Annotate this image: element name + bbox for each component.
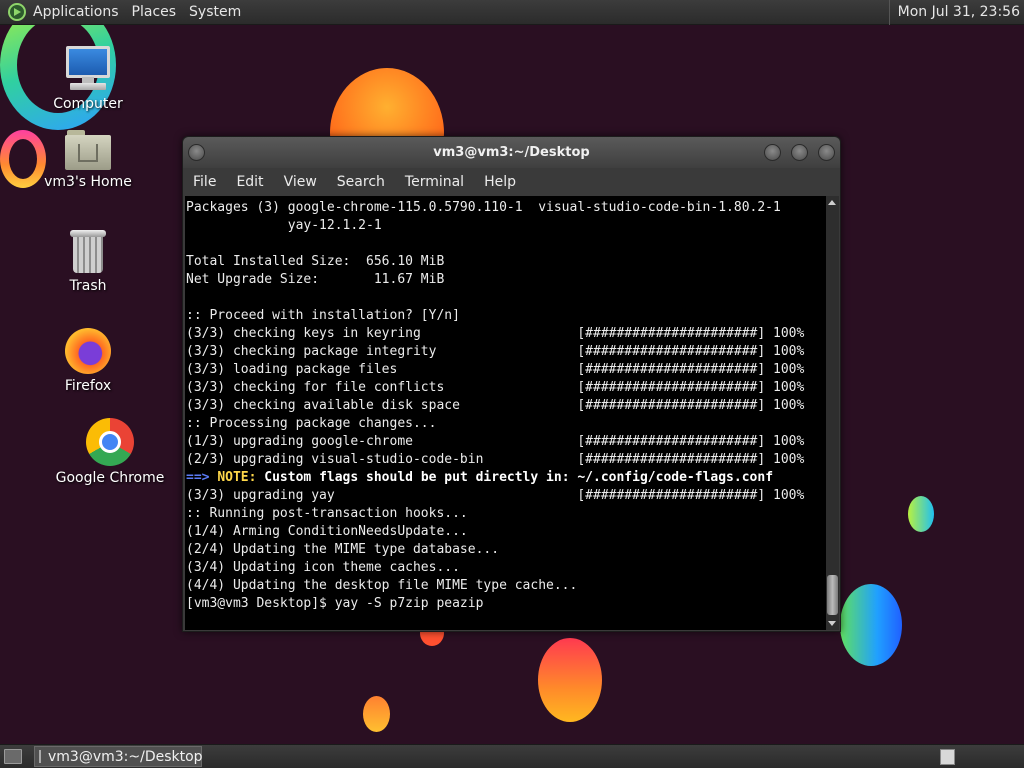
- menu-file[interactable]: File: [193, 174, 216, 190]
- terminal-line: Net Upgrade Size: 11.67 MiB: [186, 272, 445, 287]
- terminal-line: (3/3) loading package files [###########…: [186, 362, 805, 377]
- menu-terminal[interactable]: Terminal: [405, 174, 464, 190]
- desktop-icon-label: Trash: [69, 278, 107, 294]
- terminal-line: Total Installed Size: 656.10 MiB: [186, 254, 445, 269]
- scroll-down-arrow-icon[interactable]: [828, 621, 836, 626]
- desktop-icon-label: Computer: [53, 96, 123, 112]
- wallpaper-teal-blob-small: [908, 496, 934, 532]
- note-arrow: ==>: [186, 470, 210, 485]
- terminal-line: (1/4) Arming ConditionNeedsUpdate...: [186, 524, 468, 539]
- menu-view[interactable]: View: [284, 174, 317, 190]
- panel-clock[interactable]: Mon Jul 31, 23:56: [888, 0, 1020, 25]
- trash-icon: [70, 230, 106, 274]
- window-title: vm3@vm3:~/Desktop: [433, 145, 590, 160]
- terminal-window[interactable]: vm3@vm3:~/Desktop File Edit View Search …: [182, 136, 841, 632]
- terminal-line: (3/4) Updating icon theme caches...: [186, 560, 460, 575]
- desktop-icon-home[interactable]: vm3's Home: [28, 130, 148, 190]
- minimize-icon[interactable]: [764, 144, 781, 161]
- terminal-menubar: File Edit View Search Terminal Help: [183, 168, 840, 196]
- terminal-line: Packages (3) google-chrome-115.0.5790.11…: [186, 200, 781, 215]
- wallpaper-orange-blob-small: [363, 696, 390, 732]
- menu-help[interactable]: Help: [484, 174, 516, 190]
- terminal-line: :: Proceed with installation? [Y/n]: [186, 308, 460, 323]
- menu-edit[interactable]: Edit: [236, 174, 263, 190]
- menu-search[interactable]: Search: [337, 174, 385, 190]
- maximize-icon[interactable]: [791, 144, 808, 161]
- terminal-line: (3/3) checking for file conflicts [#####…: [186, 380, 805, 395]
- note-text: Custom flags should be put directly in: …: [264, 470, 774, 485]
- terminal-line: :: Processing package changes...: [186, 416, 437, 431]
- terminal-line: (3/3) checking package integrity [######…: [186, 344, 805, 359]
- menu-places[interactable]: Places: [132, 4, 177, 20]
- desktop-icon-firefox[interactable]: Firefox: [28, 328, 148, 394]
- terminal-output[interactable]: Packages (3) google-chrome-115.0.5790.11…: [185, 196, 827, 630]
- close-icon[interactable]: [818, 144, 835, 161]
- desktop-icon-label: Firefox: [64, 378, 112, 394]
- desktop-icon-label: Google Chrome: [55, 470, 165, 486]
- desktop-icon-label: vm3's Home: [44, 174, 132, 190]
- terminal-prompt-line: [vm3@vm3 Desktop]$ yay -S p7zip peazip: [186, 596, 484, 611]
- wallpaper-teal-blob-large: [840, 584, 902, 666]
- terminal-line: (2/3) upgrading visual-studio-code-bin […: [186, 452, 805, 467]
- terminal-line: (3/3) checking keys in keyring [########…: [186, 326, 805, 341]
- home-folder-icon: [65, 130, 111, 170]
- workspace-switcher[interactable]: [940, 749, 955, 765]
- taskbar-terminal-label: vm3@vm3:~/Desktop: [48, 748, 203, 765]
- scrollbar-thumb[interactable]: [827, 575, 838, 615]
- terminal-line: (4/4) Updating the desktop file MIME typ…: [186, 578, 578, 593]
- terminal-line: (3/3) checking available disk space [###…: [186, 398, 805, 413]
- note-label: NOTE:: [217, 470, 257, 485]
- scroll-up-arrow-icon[interactable]: [828, 200, 836, 205]
- terminal-note-line: ==> NOTE: Custom flags should be put dir…: [186, 469, 827, 487]
- wallpaper-orange-blob-mid: [538, 638, 602, 722]
- desktop-icon-chrome[interactable]: Google Chrome: [50, 418, 170, 486]
- taskbar-terminal-button[interactable]: vm3@vm3:~/Desktop: [34, 746, 203, 767]
- firefox-icon: [65, 328, 111, 374]
- computer-icon: [64, 46, 112, 92]
- menu-system[interactable]: System: [189, 4, 241, 20]
- terminal-line: (1/3) upgrading google-chrome [#########…: [186, 434, 805, 449]
- terminal-line: (2/4) Updating the MIME type database...: [186, 542, 500, 557]
- desktop-icon-computer[interactable]: Computer: [28, 46, 148, 112]
- terminal-line: :: Running post-transaction hooks...: [186, 506, 468, 521]
- terminal-line: yay-12.1.2-1: [186, 218, 382, 233]
- desktop-icon-trash[interactable]: Trash: [28, 230, 148, 294]
- top-panel: Applications Places System Mon Jul 31, 2…: [0, 0, 1024, 25]
- chrome-icon: [86, 418, 134, 466]
- applications-logo-icon[interactable]: [8, 3, 26, 21]
- show-desktop-icon[interactable]: [4, 749, 22, 764]
- terminal-titlebar[interactable]: vm3@vm3:~/Desktop: [183, 137, 840, 168]
- terminal-scrollbar[interactable]: [826, 196, 839, 630]
- menu-applications[interactable]: Applications: [33, 4, 119, 20]
- bottom-panel: vm3@vm3:~/Desktop: [0, 744, 1024, 768]
- terminal-icon: [39, 750, 41, 763]
- terminal-line: (3/3) upgrading yay [###################…: [186, 488, 805, 503]
